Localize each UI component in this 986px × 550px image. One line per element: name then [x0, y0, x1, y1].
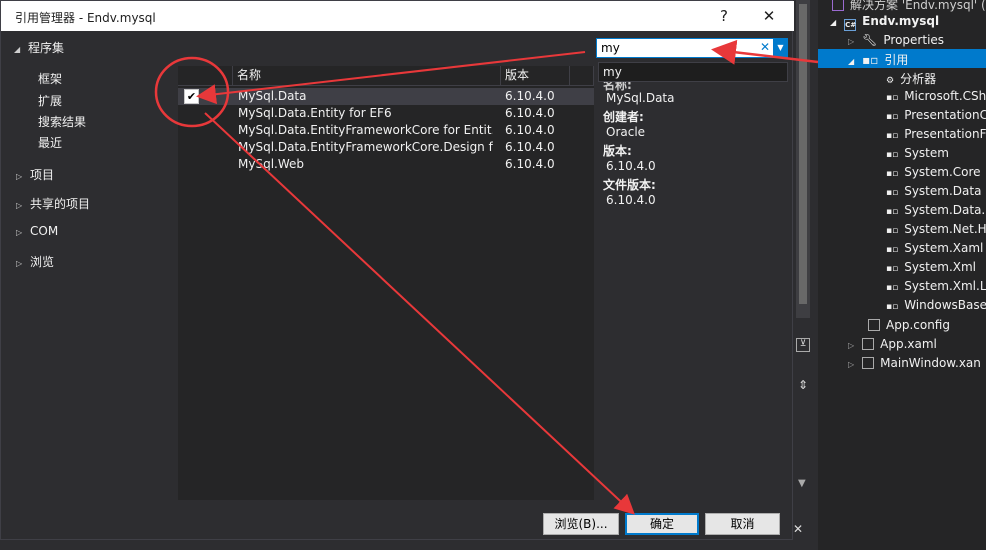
annotation-arrow [711, 39, 819, 65]
annotation-arrow [196, 51, 586, 105]
annotation-arrow [204, 112, 635, 515]
annotation-overlay [154, 39, 819, 515]
annotation-circle [154, 56, 230, 128]
